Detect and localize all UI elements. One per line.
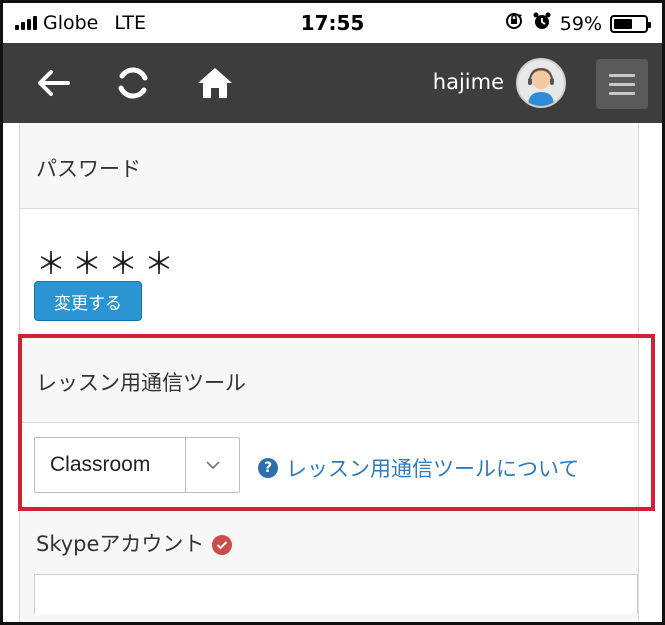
password-label-row: パスワード [20,123,638,209]
username[interactable]: hajime [433,70,504,94]
refresh-icon[interactable] [113,63,153,103]
skype-label-row: Skypeアカウント [20,509,638,622]
skype-account-input[interactable] [34,574,638,614]
battery-icon [610,14,651,33]
change-password-button[interactable]: 変更する [34,281,142,321]
battery-fill [614,18,632,29]
password-value-row: ＊＊＊＊ 変更する [20,209,638,337]
status-bar: Globe LTE 17:55 59% [3,3,662,43]
password-value: ＊＊＊＊ [36,247,180,282]
alarm-icon [532,11,552,36]
phone-screen: Globe LTE 17:55 59% hajime パスワード ＊＊＊＊ 変更… [0,0,665,625]
avatar-icon[interactable] [516,58,566,108]
home-icon[interactable] [195,63,235,103]
back-arrow-icon[interactable] [33,63,73,103]
battery-percentage: 59% [559,12,602,35]
skype-label: Skypeアカウント [36,532,205,556]
check-circle-icon [212,535,233,555]
hamburger-menu-icon[interactable] [596,59,648,109]
password-label: パスワード [36,157,141,181]
rotation-lock-icon [504,11,524,36]
highlight-box [18,334,655,511]
app-navbar: hajime [3,43,662,123]
